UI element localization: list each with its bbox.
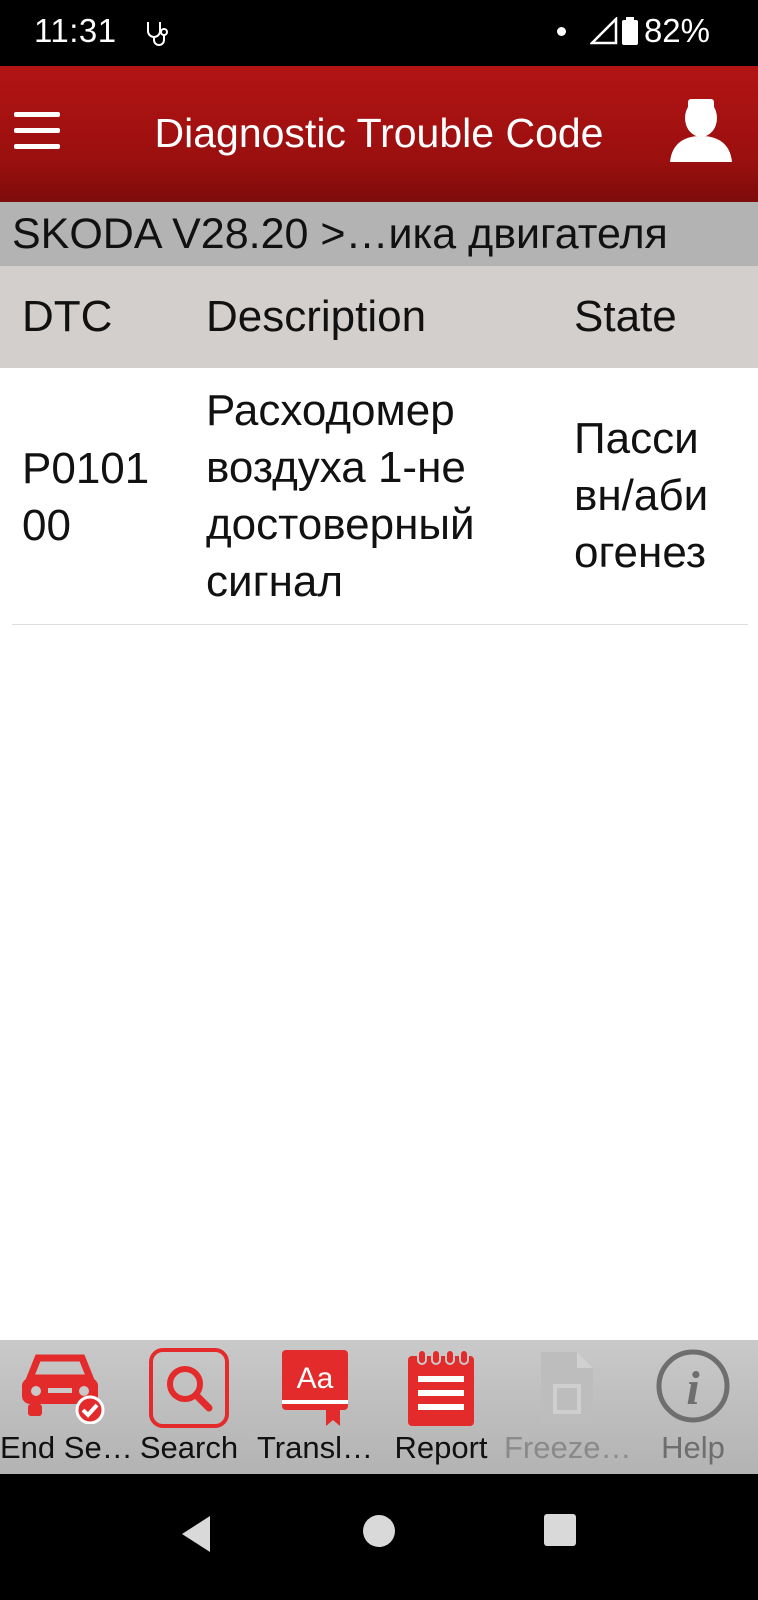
recents-icon[interactable]	[544, 1514, 576, 1546]
freeze-frame-label: Freeze…	[504, 1430, 632, 1465]
svg-text:i: i	[686, 1362, 700, 1415]
report-button[interactable]: Report	[378, 1340, 504, 1474]
translate-icon: Aa	[282, 1350, 348, 1426]
help-button[interactable]: i Help	[630, 1340, 756, 1474]
status-bar: 11:31 82%	[0, 0, 758, 66]
page-title: Diagnostic Trouble Code	[154, 110, 604, 156]
column-header-state: State	[574, 292, 677, 341]
report-icon	[408, 1349, 474, 1426]
column-header-description: Description	[206, 292, 427, 341]
app-bar: Diagnostic Trouble Code	[0, 66, 758, 202]
table-row[interactable]: P0101 00 Расходомер воздуха 1-не достове…	[0, 368, 758, 624]
info-icon: i	[656, 1349, 730, 1423]
freeze-frame-icon	[541, 1352, 593, 1424]
status-time: 11:31	[34, 12, 117, 49]
battery-icon	[621, 17, 638, 45]
translate-button[interactable]: Aa Transl…	[252, 1340, 378, 1474]
back-icon[interactable]	[178, 1514, 214, 1554]
battery-percent: 82%	[643, 12, 710, 49]
translate-label: Transl…	[257, 1430, 373, 1465]
navigation-bar	[0, 1474, 758, 1600]
dtc-description: Расходомер воздуха 1-не достоверный сигн…	[206, 386, 475, 606]
breadcrumb: SKODA V28.20 >…ика двигателя	[0, 202, 758, 266]
end-session-button[interactable]: End Se…	[0, 1340, 133, 1474]
freeze-frame-button[interactable]: Freeze…	[504, 1340, 632, 1474]
notification-dot-icon	[556, 26, 566, 36]
report-label: Report	[394, 1430, 488, 1465]
dtc-state: Пасси вн/аби огенез	[574, 414, 709, 577]
bottom-toolbar: End Se… Search Aa Transl… Report Freeze……	[0, 1340, 758, 1474]
table-header: DTC Description State	[0, 266, 758, 368]
car-check-icon	[22, 1354, 105, 1424]
stethoscope-icon	[147, 22, 168, 46]
end-session-label: End Se…	[0, 1430, 133, 1465]
search-icon	[149, 1348, 229, 1428]
column-header-dtc: DTC	[22, 292, 113, 341]
dtc-code: P0101 00	[22, 444, 150, 550]
signal-icon	[589, 17, 618, 45]
home-icon[interactable]	[362, 1514, 396, 1548]
search-button[interactable]: Search	[126, 1340, 252, 1474]
row-divider	[12, 624, 748, 625]
svg-text:Aa: Aa	[297, 1362, 334, 1395]
user-icon[interactable]	[666, 96, 736, 166]
status-indicators: 82%	[556, 12, 710, 50]
search-label: Search	[139, 1430, 239, 1465]
help-label: Help	[661, 1430, 725, 1465]
